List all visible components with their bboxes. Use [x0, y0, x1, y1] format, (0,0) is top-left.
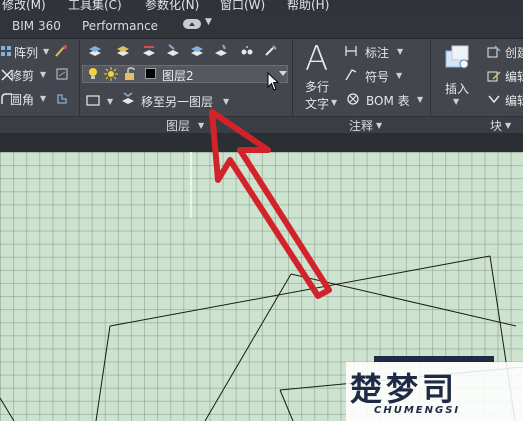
watermark-brand: CHUMENGSI: [374, 405, 461, 416]
watermark: 楚梦司 CHUMENGSI: [346, 362, 523, 421]
watermark-logo: 楚梦司: [350, 370, 459, 408]
cursor-icon: [267, 72, 280, 91]
